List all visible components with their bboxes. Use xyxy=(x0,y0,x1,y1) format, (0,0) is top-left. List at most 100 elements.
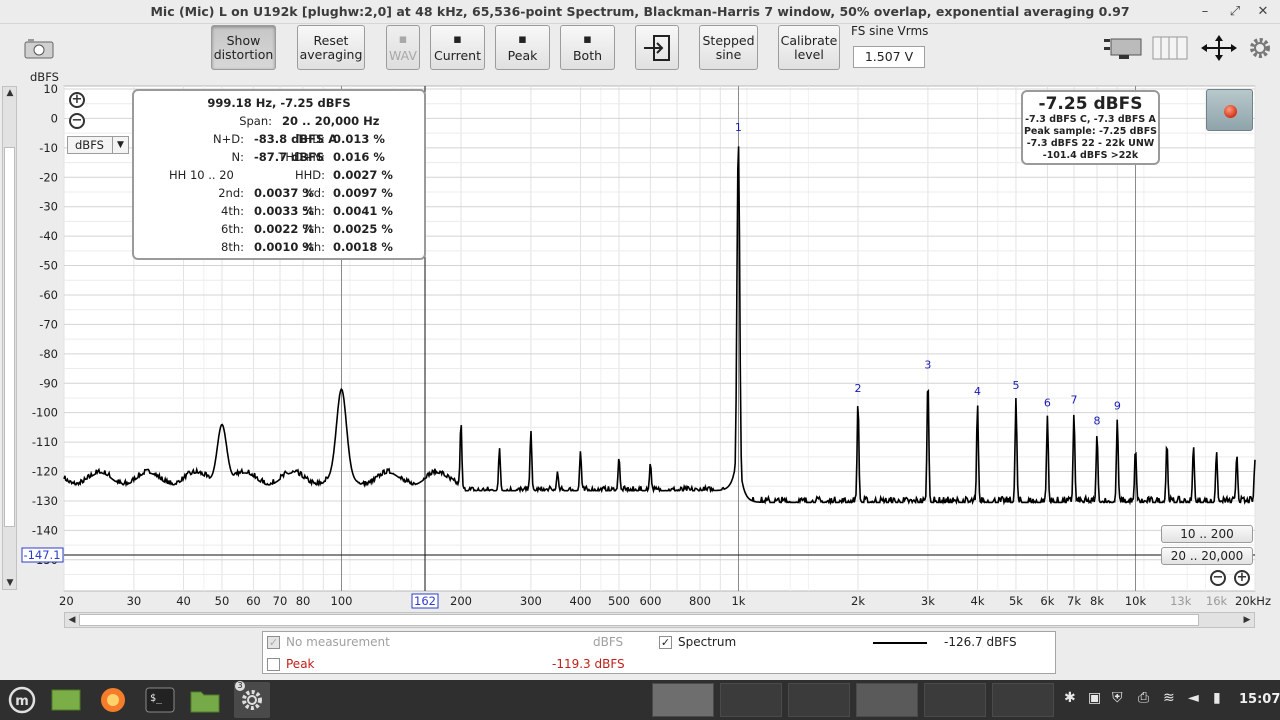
calibrate-level-button[interactable]: Calibrate level xyxy=(778,25,840,70)
x-tick-label: 500 xyxy=(608,594,630,608)
wifi-icon[interactable]: ≋ xyxy=(1163,690,1175,706)
fs-sine-value[interactable]: 1.507 V xyxy=(853,46,925,68)
terminal-icon[interactable]: $_ xyxy=(145,686,175,714)
record-icon xyxy=(1224,105,1237,118)
scroll-right-icon[interactable]: ▶ xyxy=(1241,614,1253,626)
zoom-in-icon[interactable]: + xyxy=(69,92,85,108)
readout-value: 0.0041 % xyxy=(333,204,393,218)
workspace-2[interactable] xyxy=(720,683,782,717)
distortion-readout-panel: 999.18 Hz, -7.25 dBFS Span: 20 .. 20,000… xyxy=(132,89,426,260)
peak-checkbox[interactable] xyxy=(267,658,280,671)
record-button[interactable] xyxy=(1206,89,1253,131)
zoom-out-icon[interactable]: − xyxy=(69,113,85,129)
stepped-sine-button[interactable]: Stepped sine xyxy=(699,25,758,70)
vertical-scrollbar[interactable]: ▲ ▼ xyxy=(2,86,17,590)
workspace-4[interactable] xyxy=(856,683,918,717)
horizontal-scrollbar[interactable]: ◀ ▶ xyxy=(64,612,1255,628)
workspace-1[interactable] xyxy=(652,683,714,717)
range-high-button[interactable]: 20 .. 20,000 xyxy=(1161,547,1253,565)
reset-averaging-button[interactable]: Reset averaging xyxy=(297,25,365,70)
x-tick-label: 800 xyxy=(689,594,711,608)
scroll-up-icon[interactable]: ▲ xyxy=(4,87,16,99)
camera-icon[interactable] xyxy=(24,38,54,60)
clipboard-icon[interactable]: ▣ xyxy=(1088,690,1101,706)
x-tick-label: 6k xyxy=(1040,594,1054,608)
readout-label: N+D: xyxy=(213,132,244,146)
export-icon xyxy=(644,34,670,61)
current-label: Current xyxy=(434,47,481,63)
peak-legend-value: -119.3 dBFS xyxy=(552,657,625,671)
columns-icon[interactable] xyxy=(1152,35,1188,61)
bluetooth-icon[interactable]: ✱ xyxy=(1064,690,1076,706)
zoom-in-icon[interactable]: + xyxy=(1234,570,1250,586)
peak-button[interactable]: ▪ Peak xyxy=(495,25,550,70)
wav-button[interactable]: ▪ WAV xyxy=(386,25,420,70)
zoom-out-icon[interactable]: − xyxy=(1210,570,1226,586)
export-button[interactable] xyxy=(635,25,679,70)
firefox-icon[interactable] xyxy=(98,686,128,714)
y-tick-label: -110 xyxy=(32,435,58,449)
stepped-sine-label-2: sine xyxy=(715,46,742,62)
horizontal-scroll-thumb[interactable] xyxy=(79,614,1199,626)
readout-row: 6th: 0.0022 % 7th: 0.0025 % xyxy=(134,222,424,240)
readout-row: N: -87.7 dBFS THD+N: 0.016 % xyxy=(134,150,424,168)
workspace-3[interactable] xyxy=(788,683,850,717)
y-tick-label: -60 xyxy=(39,288,58,302)
scroll-left-icon[interactable]: ◀ xyxy=(66,614,78,626)
harmonic-label: 3 xyxy=(924,358,931,371)
mint-menu-icon[interactable]: m xyxy=(7,686,37,714)
y-tick-label: -20 xyxy=(39,170,58,184)
readout-label: 9th: xyxy=(302,240,325,254)
readout-value: 0.0025 % xyxy=(333,222,393,236)
level-line: -7.3 dBFS C, -7.3 dBFS A xyxy=(1025,114,1156,125)
minimize-button[interactable]: – xyxy=(1195,2,1215,22)
maximize-button[interactable]: ⤢ xyxy=(1225,2,1245,22)
x-tick-label: 16k xyxy=(1206,594,1228,608)
gear-icon[interactable] xyxy=(1248,36,1272,60)
layout-icon[interactable] xyxy=(1103,35,1143,61)
workspace-5[interactable] xyxy=(924,683,986,717)
readout-label: 8th: xyxy=(221,240,244,254)
legend-panel: ✓ No measurement dBFS ✓ Spectrum -126.7 … xyxy=(262,631,1056,674)
x-tick-label: 80 xyxy=(296,594,311,608)
title-bar: Mic (Mic) L on U192k [plughw:2,0] at 48 … xyxy=(0,0,1280,24)
fullscreen-arrows-icon[interactable] xyxy=(1201,35,1237,61)
files-icon[interactable] xyxy=(190,686,220,714)
readout-value: 0.0097 % xyxy=(333,186,393,200)
vertical-scroll-thumb[interactable] xyxy=(4,147,15,527)
x-tick-label: 60 xyxy=(246,594,261,608)
show-distortion-button[interactable]: Show distortion xyxy=(211,25,276,70)
both-button[interactable]: ▪ Both xyxy=(560,25,615,70)
readout-label: 4th: xyxy=(221,204,244,218)
cursor-value: -147.1 xyxy=(23,548,60,562)
scroll-down-icon[interactable]: ▼ xyxy=(4,577,16,589)
show-distortion-label-2: distortion xyxy=(213,46,274,62)
spectrum-value: -126.7 dBFS xyxy=(944,635,1017,649)
readout-value: 0.0018 % xyxy=(333,240,393,254)
spectrum-checkbox[interactable]: ✓ xyxy=(659,636,672,649)
svg-text:$_: $_ xyxy=(150,693,163,704)
spectrum-line-swatch xyxy=(873,642,927,644)
desktop-icon[interactable] xyxy=(51,686,81,714)
no-measurement-checkbox[interactable]: ✓ xyxy=(267,636,280,649)
x-tick-label: 50 xyxy=(215,594,230,608)
y-tick-label: -50 xyxy=(39,259,58,273)
readout-label: 3rd: xyxy=(301,186,325,200)
close-button[interactable]: ✕ xyxy=(1253,2,1273,22)
clock: 15:07 xyxy=(1239,692,1280,707)
shield-icon[interactable]: ⛨ xyxy=(1112,690,1123,706)
workspace-6[interactable] xyxy=(992,683,1054,717)
y-tick-label: -100 xyxy=(32,406,58,420)
save-icon: ▪ xyxy=(518,31,527,47)
readout-label: 5th: xyxy=(302,204,325,218)
volume-icon[interactable]: ◄ xyxy=(1188,690,1199,706)
printer-icon[interactable]: ⎙ xyxy=(1138,690,1149,706)
x-tick-label: 600 xyxy=(639,594,661,608)
units-dropdown[interactable]: dBFS ▼ xyxy=(67,136,129,154)
range-low-button[interactable]: 10 .. 200 xyxy=(1161,525,1253,543)
battery-icon[interactable]: ▮ xyxy=(1213,690,1221,706)
harmonic-label: 5 xyxy=(1012,379,1019,392)
y-tick-label: -10 xyxy=(39,141,58,155)
harmonic-label: 1 xyxy=(735,121,742,134)
current-button[interactable]: ▪ Current xyxy=(430,25,485,70)
